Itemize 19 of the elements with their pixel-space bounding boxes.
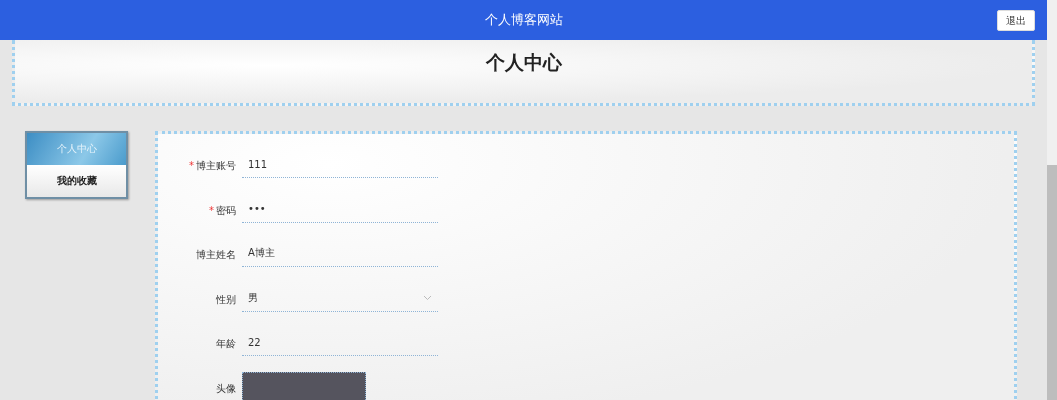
input-field[interactable]: A博主 <box>242 240 438 267</box>
required-asterisk: * <box>189 160 194 171</box>
logout-button[interactable]: 退出 <box>997 10 1035 31</box>
required-asterisk: * <box>209 204 214 216</box>
chevron-down-icon <box>423 294 432 301</box>
page-title: 个人中心 <box>485 50 562 75</box>
field-label: 性别 <box>216 293 236 305</box>
field-label: 密码 <box>216 204 236 216</box>
field-label: 头像 <box>216 382 236 394</box>
input-field[interactable]: 111 <box>242 151 438 178</box>
site-title: 个人博客网站 <box>484 11 563 29</box>
field-label: 博主账号 <box>196 160 236 171</box>
field-label: 博主姓名 <box>196 249 236 260</box>
select-field[interactable]: 男 <box>242 284 438 312</box>
scrollbar[interactable] <box>1047 0 1057 400</box>
input-field[interactable]: ••• <box>242 195 438 223</box>
input-field[interactable]: 22 <box>242 329 438 356</box>
sidebar-item[interactable]: 我的收藏 <box>27 165 126 197</box>
field-label: 年龄 <box>216 338 236 349</box>
